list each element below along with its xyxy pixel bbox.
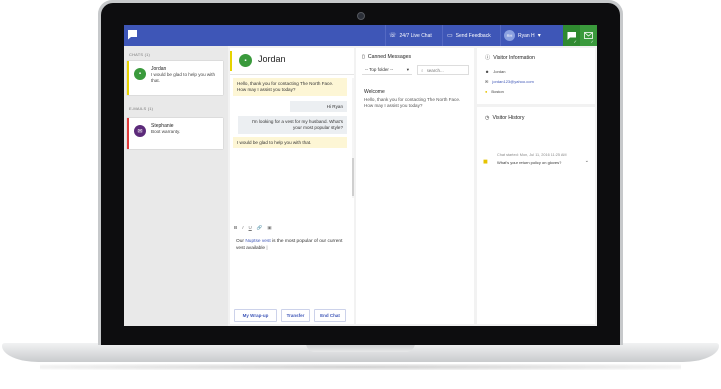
visitor-history-title: Visitor History <box>492 115 525 121</box>
history-item[interactable]: ■ Chat started: Mon, Jul 11, 2016 11:25 … <box>483 152 593 172</box>
chat-icon: ▪ <box>134 68 146 80</box>
underline-button[interactable]: U <box>249 225 252 231</box>
conversation-panel: ▪ Jordan Hello, thank you for contacting… <box>230 48 354 324</box>
location-pin-icon: ● <box>485 89 488 94</box>
divider <box>385 25 386 46</box>
email-status-button[interactable]: ✓ <box>580 25 597 46</box>
webcam-icon <box>357 12 365 20</box>
divider <box>442 25 443 46</box>
visitor-message: Hi Ryan <box>290 101 347 112</box>
visitor-information-title: Visitor Information <box>493 54 535 61</box>
check-icon: ✓ <box>590 39 594 44</box>
link-icon[interactable]: 🔗 <box>257 225 263 231</box>
info-icon: ⓘ <box>485 55 491 61</box>
live-chat-link[interactable]: ☏ 24/7 Live Chat <box>389 25 432 46</box>
agent-message: I would be glad to help you with that. <box>233 137 347 148</box>
canned-messages-title: Canned Messages <box>367 54 412 60</box>
wrap-up-button[interactable]: My Wrap-up <box>234 309 277 322</box>
visitor-message: I'm looking for a vest for my husband. W… <box>238 116 347 134</box>
chat-logo-icon[interactable] <box>127 29 138 40</box>
history-question: What's your return policy on gloves? <box>497 160 562 165</box>
email-card-preview: Boot warranty. <box>151 129 181 134</box>
chevron-down-icon: ▾ <box>537 33 541 39</box>
check-icon: ✓ <box>573 39 577 44</box>
image-icon[interactable]: ▣ <box>267 225 271 231</box>
history-timestamp: Chat started: Mon, Jul 11, 2016 11:25 AM <box>497 153 567 157</box>
chevron-down-icon: ▾ <box>406 66 409 72</box>
envelope-icon <box>584 32 593 39</box>
message-compose-field[interactable]: Our Nuptse vest is the most popular of o… <box>236 238 344 252</box>
send-feedback-link[interactable]: ▭ Send Feedback <box>447 25 491 46</box>
visitor-history-header: ◷ Visitor History <box>485 115 524 121</box>
folder-select[interactable]: -- Top folder -- ▾ <box>362 65 412 75</box>
end-chat-button[interactable]: End Chat <box>314 309 346 322</box>
visitor-email-row: ✉ jordan123@yahoo.com <box>485 79 534 84</box>
transfer-button[interactable]: Transfer <box>281 309 310 322</box>
visitor-information-header: ⓘ Visitor Information <box>485 54 535 62</box>
folder-select-value: -- Top folder -- <box>365 67 394 72</box>
status-toggle-group: ✓ ✓ <box>563 25 597 46</box>
conversation-header: ▪ Jordan <box>230 48 354 75</box>
chat-history-icon: ■ <box>483 157 488 166</box>
visitor-location-row: ● Boston <box>485 89 504 94</box>
search-icon: ⌕ <box>421 67 424 73</box>
email-accent-bar <box>127 118 129 149</box>
compose-text: Our <box>236 239 246 244</box>
format-toolbar: B I U 🔗 ▣ <box>234 225 272 231</box>
visitor-name: Jordan <box>493 69 506 74</box>
email-card-stephanie[interactable]: ✉ Stephanie Boot warranty. <box>127 118 223 149</box>
avatar: RH <box>504 30 515 41</box>
chat-status-button[interactable]: ✓ <box>563 25 580 46</box>
user-menu[interactable]: RH Ryan H ▾ <box>504 25 541 46</box>
chevron-down-icon[interactable]: ⌄ <box>585 158 589 164</box>
top-navigation-bar: ☏ 24/7 Live Chat ▭ Send Feedback RH Ryan… <box>124 25 597 46</box>
canned-messages-panel: ▯ Canned Messages -- Top folder -- ▾ ⌕ W… <box>356 48 474 324</box>
user-name: Ryan H <box>518 32 535 39</box>
clock-icon: ◷ <box>485 115 490 121</box>
compose-link[interactable]: Nuptse vest <box>245 239 270 244</box>
app-screen: ☏ 24/7 Live Chat ▭ Send Feedback RH Ryan… <box>124 25 597 326</box>
visitor-email-link[interactable]: jordan123@yahoo.com <box>492 79 533 84</box>
mail-icon: ✉ <box>485 79 489 84</box>
chat-accent-bar <box>230 51 232 71</box>
conversation-list: CHATS (1) ▪ Jordan I would be glad to he… <box>124 46 228 326</box>
text-cursor: | <box>265 246 268 251</box>
divider <box>477 104 595 107</box>
laptop-shadow <box>40 364 681 370</box>
canned-item-body[interactable]: Hello, thank you for contacting The Nort… <box>364 97 468 109</box>
canned-search-input[interactable] <box>426 67 465 73</box>
conversation-actions: My Wrap-up Transfer End Chat <box>234 309 346 322</box>
live-chat-label: 24/7 Live Chat <box>399 32 432 39</box>
send-feedback-label: Send Feedback <box>455 32 491 39</box>
emails-section-title: E-MAILS (1) <box>129 106 154 111</box>
canned-messages-header: ▯ Canned Messages <box>362 54 411 60</box>
chat-accent-bar <box>127 61 129 95</box>
italic-button[interactable]: I <box>242 225 243 231</box>
envelope-icon: ✉ <box>134 125 146 137</box>
document-icon: ▯ <box>362 54 365 60</box>
visitor-location: Boston <box>491 89 504 94</box>
feedback-icon: ▭ <box>447 33 453 39</box>
user-icon: ☻ <box>485 69 490 74</box>
chat-icon: ▪ <box>239 54 252 67</box>
chat-card-jordan[interactable]: ▪ Jordan I would be glad to help you wit… <box>127 61 223 95</box>
agent-message: Hello, thank you for contacting The Nort… <box>233 78 347 96</box>
visitor-name-row: ☻ Jordan <box>485 69 505 74</box>
bold-button[interactable]: B <box>234 225 237 231</box>
chat-card-preview: I would be glad to help you with that. <box>151 72 216 83</box>
canned-search: ⌕ <box>417 65 469 75</box>
divider <box>500 25 501 46</box>
canned-item-title[interactable]: Welcome <box>364 89 385 95</box>
headset-icon: ☏ <box>389 33 397 39</box>
chats-section-title: CHATS (1) <box>129 52 151 57</box>
visitor-panel: ⓘ Visitor Information ☻ Jordan ✉ jordan1… <box>477 48 595 324</box>
message-scrollbar-thumb[interactable] <box>352 158 354 196</box>
conversation-title: Jordan <box>258 54 286 64</box>
canned-controls: -- Top folder -- ▾ ⌕ <box>362 65 470 77</box>
